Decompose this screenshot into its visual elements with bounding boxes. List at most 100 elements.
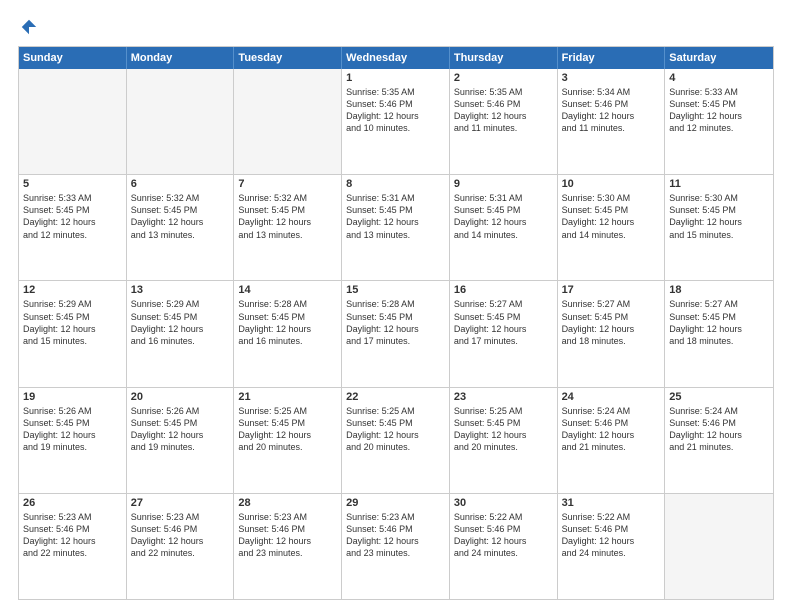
calendar-header: SundayMondayTuesdayWednesdayThursdayFrid… (19, 47, 773, 69)
header-day-thursday: Thursday (450, 47, 558, 69)
day-number: 3 (562, 72, 661, 84)
cell-info: Sunrise: 5:25 AM Sunset: 5:45 PM Dayligh… (238, 405, 337, 454)
day-number: 21 (238, 391, 337, 403)
cell-info: Sunrise: 5:25 AM Sunset: 5:45 PM Dayligh… (454, 405, 553, 454)
cal-cell: 18 Sunrise: 5:27 AM Sunset: 5:45 PM Dayli… (665, 281, 773, 386)
cell-info: Sunrise: 5:30 AM Sunset: 5:45 PM Dayligh… (669, 192, 769, 241)
day-number: 19 (23, 391, 122, 403)
cell-info: Sunrise: 5:30 AM Sunset: 5:45 PM Dayligh… (562, 192, 661, 241)
day-number: 17 (562, 284, 661, 296)
cal-cell: 11Sunrise: 5:30 AM Sunset: 5:45 PM Dayli… (665, 175, 773, 280)
cal-cell: 23 Sunrise: 5:25 AM Sunset: 5:45 PM Dayli… (450, 388, 558, 493)
header-day-wednesday: Wednesday (342, 47, 450, 69)
cal-cell: 1 Sunrise: 5:35 AM Sunset: 5:46 PM Daylig… (342, 69, 450, 174)
day-number: 26 (23, 497, 122, 509)
cell-info: Sunrise: 5:31 AM Sunset: 5:45 PM Dayligh… (454, 192, 553, 241)
header-day-tuesday: Tuesday (234, 47, 342, 69)
cal-cell: 12Sunrise: 5:29 AM Sunset: 5:45 PM Dayli… (19, 281, 127, 386)
cal-cell: 2Sunrise: 5:35 AM Sunset: 5:46 PM Daylig… (450, 69, 558, 174)
day-number: 23 (454, 391, 553, 403)
cell-info: Sunrise: 5:26 AM Sunset: 5:45 PM Dayligh… (23, 405, 122, 454)
cell-info: Sunrise: 5:23 AM Sunset: 5:46 PM Dayligh… (23, 511, 122, 560)
cell-info: Sunrise: 5:26 AM Sunset: 5:45 PM Dayligh… (131, 405, 230, 454)
calendar-row-0: 1 Sunrise: 5:35 AM Sunset: 5:46 PM Daylig… (19, 69, 773, 174)
day-number: 7 (238, 178, 337, 190)
day-number: 27 (131, 497, 230, 509)
day-number: 15 (346, 284, 445, 296)
day-number: 25 (669, 391, 769, 403)
cal-cell: 6 Sunrise: 5:32 AM Sunset: 5:45 PM Daylig… (127, 175, 235, 280)
logo (18, 18, 38, 36)
cell-info: Sunrise: 5:34 AM Sunset: 5:46 PM Dayligh… (562, 86, 661, 135)
cal-cell: 16 Sunrise: 5:27 AM Sunset: 5:45 PM Dayli… (450, 281, 558, 386)
header-day-friday: Friday (558, 47, 666, 69)
cell-info: Sunrise: 5:23 AM Sunset: 5:46 PM Dayligh… (238, 511, 337, 560)
cell-info: Sunrise: 5:27 AM Sunset: 5:45 PM Dayligh… (454, 298, 553, 347)
cal-cell (234, 69, 342, 174)
cal-cell: 20 Sunrise: 5:26 AM Sunset: 5:45 PM Dayli… (127, 388, 235, 493)
day-number: 13 (131, 284, 230, 296)
day-number: 5 (23, 178, 122, 190)
day-number: 20 (131, 391, 230, 403)
day-number: 16 (454, 284, 553, 296)
cell-info: Sunrise: 5:25 AM Sunset: 5:45 PM Dayligh… (346, 405, 445, 454)
cal-cell: 31Sunrise: 5:22 AM Sunset: 5:46 PM Dayli… (558, 494, 666, 599)
logo-icon (20, 18, 38, 36)
cell-info: Sunrise: 5:27 AM Sunset: 5:45 PM Dayligh… (562, 298, 661, 347)
cell-info: Sunrise: 5:33 AM Sunset: 5:45 PM Dayligh… (669, 86, 769, 135)
day-number: 31 (562, 497, 661, 509)
header-day-sunday: Sunday (19, 47, 127, 69)
cell-info: Sunrise: 5:33 AM Sunset: 5:45 PM Dayligh… (23, 192, 122, 241)
cal-cell: 29 Sunrise: 5:23 AM Sunset: 5:46 PM Dayli… (342, 494, 450, 599)
day-number: 29 (346, 497, 445, 509)
cal-cell: 17 Sunrise: 5:27 AM Sunset: 5:45 PM Dayli… (558, 281, 666, 386)
day-number: 4 (669, 72, 769, 84)
cal-cell: 24Sunrise: 5:24 AM Sunset: 5:46 PM Dayli… (558, 388, 666, 493)
cal-cell: 15 Sunrise: 5:28 AM Sunset: 5:45 PM Dayli… (342, 281, 450, 386)
cell-info: Sunrise: 5:28 AM Sunset: 5:45 PM Dayligh… (346, 298, 445, 347)
page: SundayMondayTuesdayWednesdayThursdayFrid… (0, 0, 792, 612)
day-number: 28 (238, 497, 337, 509)
cal-cell: 3 Sunrise: 5:34 AM Sunset: 5:46 PM Daylig… (558, 69, 666, 174)
day-number: 10 (562, 178, 661, 190)
cell-info: Sunrise: 5:31 AM Sunset: 5:45 PM Dayligh… (346, 192, 445, 241)
cell-info: Sunrise: 5:28 AM Sunset: 5:45 PM Dayligh… (238, 298, 337, 347)
calendar-row-2: 12Sunrise: 5:29 AM Sunset: 5:45 PM Dayli… (19, 280, 773, 386)
cell-info: Sunrise: 5:24 AM Sunset: 5:46 PM Dayligh… (669, 405, 769, 454)
cal-cell: 27 Sunrise: 5:23 AM Sunset: 5:46 PM Dayli… (127, 494, 235, 599)
cal-cell: 4 Sunrise: 5:33 AM Sunset: 5:45 PM Daylig… (665, 69, 773, 174)
cal-cell: 8Sunrise: 5:31 AM Sunset: 5:45 PM Daylig… (342, 175, 450, 280)
day-number: 2 (454, 72, 553, 84)
cell-info: Sunrise: 5:22 AM Sunset: 5:46 PM Dayligh… (454, 511, 553, 560)
cal-cell (127, 69, 235, 174)
cell-info: Sunrise: 5:23 AM Sunset: 5:46 PM Dayligh… (346, 511, 445, 560)
day-number: 6 (131, 178, 230, 190)
cell-info: Sunrise: 5:23 AM Sunset: 5:46 PM Dayligh… (131, 511, 230, 560)
cal-cell (19, 69, 127, 174)
day-number: 1 (346, 72, 445, 84)
day-number: 14 (238, 284, 337, 296)
cell-info: Sunrise: 5:29 AM Sunset: 5:45 PM Dayligh… (23, 298, 122, 347)
cell-info: Sunrise: 5:32 AM Sunset: 5:45 PM Dayligh… (131, 192, 230, 241)
cal-cell: 19 Sunrise: 5:26 AM Sunset: 5:45 PM Dayli… (19, 388, 127, 493)
cal-cell: 5 Sunrise: 5:33 AM Sunset: 5:45 PM Daylig… (19, 175, 127, 280)
header-day-saturday: Saturday (665, 47, 773, 69)
day-number: 9 (454, 178, 553, 190)
cal-cell: 30 Sunrise: 5:22 AM Sunset: 5:46 PM Dayli… (450, 494, 558, 599)
cal-cell: 28 Sunrise: 5:23 AM Sunset: 5:46 PM Dayli… (234, 494, 342, 599)
cell-info: Sunrise: 5:29 AM Sunset: 5:45 PM Dayligh… (131, 298, 230, 347)
cell-info: Sunrise: 5:35 AM Sunset: 5:46 PM Dayligh… (346, 86, 445, 135)
cell-info: Sunrise: 5:32 AM Sunset: 5:45 PM Dayligh… (238, 192, 337, 241)
cell-info: Sunrise: 5:27 AM Sunset: 5:45 PM Dayligh… (669, 298, 769, 347)
calendar-row-1: 5 Sunrise: 5:33 AM Sunset: 5:45 PM Daylig… (19, 174, 773, 280)
cal-cell: 21 Sunrise: 5:25 AM Sunset: 5:45 PM Dayli… (234, 388, 342, 493)
day-number: 22 (346, 391, 445, 403)
day-number: 18 (669, 284, 769, 296)
cal-cell: 13 Sunrise: 5:29 AM Sunset: 5:45 PM Dayli… (127, 281, 235, 386)
cal-cell (665, 494, 773, 599)
day-number: 30 (454, 497, 553, 509)
cal-cell: 25 Sunrise: 5:24 AM Sunset: 5:46 PM Dayli… (665, 388, 773, 493)
calendar: SundayMondayTuesdayWednesdayThursdayFrid… (18, 46, 774, 600)
cal-cell: 26 Sunrise: 5:23 AM Sunset: 5:46 PM Dayli… (19, 494, 127, 599)
day-number: 24 (562, 391, 661, 403)
